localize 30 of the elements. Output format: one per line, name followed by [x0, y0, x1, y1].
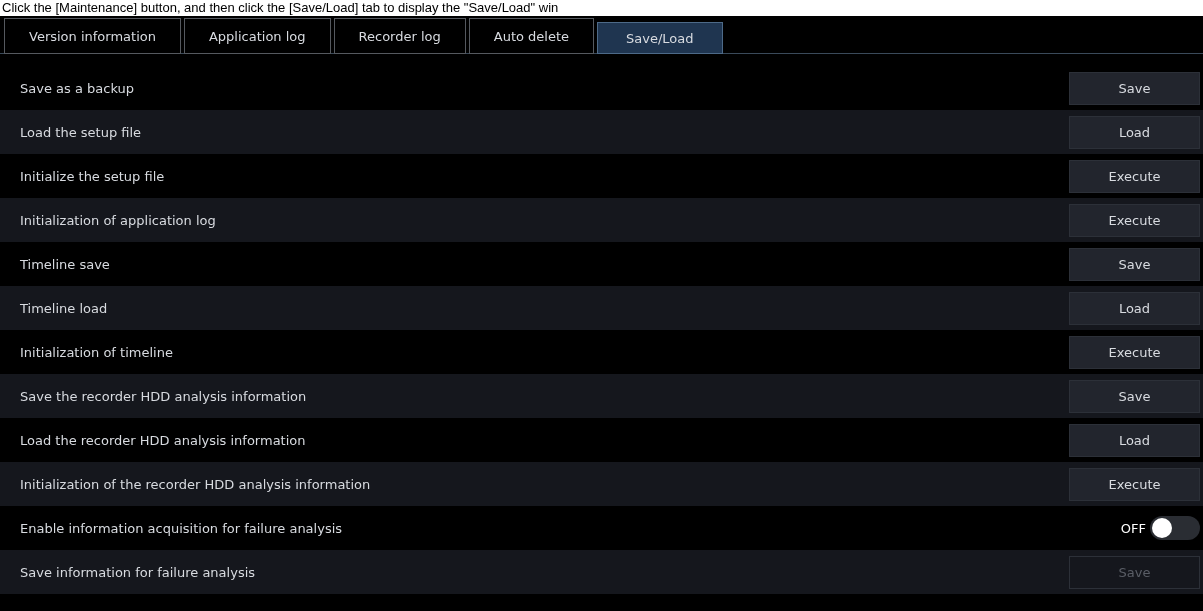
action-button[interactable]: Execute [1069, 159, 1200, 193]
tab[interactable]: Auto delete [468, 18, 595, 54]
setting-label: Initialization of application log [20, 212, 216, 228]
action-button[interactable]: Execute [1069, 203, 1200, 237]
action-button[interactable]: Save [1069, 71, 1200, 105]
action-button[interactable]: Load [1069, 291, 1200, 325]
action-button[interactable]: Save [1069, 379, 1200, 413]
action-button[interactable]: Load [1069, 115, 1200, 149]
tab[interactable]: Version information [4, 18, 181, 54]
tab[interactable]: Recorder log [333, 18, 466, 54]
setting-label: Initialization of timeline [20, 344, 173, 360]
setting-label: Enable information acquisition for failure analysis [20, 520, 343, 536]
setting-label: Save the recorder HDD analysis information [20, 388, 307, 404]
tab[interactable]: Save/Load [597, 22, 723, 54]
setting-label: Timeline load [20, 300, 108, 316]
action-button[interactable]: Execute [1069, 335, 1200, 369]
instruction-text: Click the [Maintenance] button, and then click the [Save/Load] tab to display the "Save/Load" win [0, 0, 1203, 16]
action-button[interactable]: Execute [1069, 467, 1200, 501]
toggle-state-label: OFF [1120, 520, 1146, 536]
setting-label: Load the recorder HDD analysis information [20, 432, 306, 448]
setting-label: Save as a backup [20, 80, 134, 96]
tab[interactable]: Application log [183, 18, 331, 54]
action-button[interactable]: Load [1069, 423, 1200, 457]
setting-label: Timeline save [20, 256, 110, 272]
setting-label: Load the setup file [20, 124, 142, 140]
setting-label: Save information for failure analysis [20, 564, 256, 580]
action-button[interactable]: Save [1069, 247, 1200, 281]
setting-label: Initialization of the recorder HDD analysis information [20, 476, 371, 492]
setting-label: Initialize the setup file [20, 168, 165, 184]
toggle-switch[interactable] [1150, 516, 1200, 540]
